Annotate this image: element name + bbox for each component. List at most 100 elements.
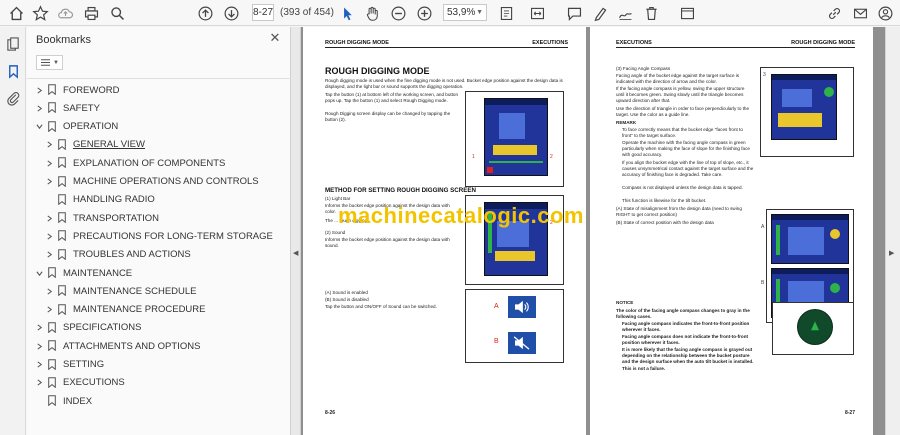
print-icon[interactable] [81, 3, 101, 23]
bookmark-options-button[interactable]: ▼ [36, 55, 63, 70]
close-icon[interactable]: ✕ [268, 31, 282, 45]
running-header-right: EXECUTIONS [532, 40, 568, 46]
chevron-right-icon[interactable] [44, 286, 54, 296]
fit-width-icon[interactable] [527, 3, 547, 23]
collapse-panel-icon[interactable]: ◀ [293, 249, 298, 257]
chevron-right-icon[interactable] [34, 360, 44, 370]
bookmark-item[interactable]: SPECIFICATIONS [34, 319, 141, 337]
screen-view [782, 89, 812, 107]
vertical-scrollbar[interactable]: ▶ [885, 27, 900, 435]
chevron-right-icon[interactable] [44, 140, 54, 150]
link-icon[interactable] [824, 3, 844, 23]
notice-label: NOTICE [616, 300, 634, 305]
remark-bullet: If you align the bucket edge with the li… [622, 160, 754, 178]
select-cursor-icon[interactable] [337, 3, 357, 23]
bookmark-item[interactable]: SAFETY [34, 99, 100, 117]
account-icon[interactable] [875, 3, 895, 23]
fit-page-icon[interactable] [496, 3, 516, 23]
bookmark-item[interactable]: OPERATION [34, 118, 118, 136]
expand-panel-icon[interactable]: ▶ [889, 249, 894, 257]
attachment-icon[interactable] [4, 89, 22, 107]
bookmark-item[interactable]: MACHINE OPERATIONS AND CONTROLS [44, 173, 259, 191]
chevron-right-icon[interactable] [34, 85, 44, 95]
chevron-right-icon[interactable] [44, 177, 54, 187]
step-paragraph: Rough Digging screen display can be chan… [325, 111, 451, 123]
chevron-right-icon[interactable] [44, 231, 54, 241]
bookmark-label: EXECUTIONS [63, 377, 125, 389]
bookmark-item[interactable]: HANDLING RADIO [44, 191, 155, 209]
navigation-rail [0, 27, 26, 435]
bookmark-item[interactable]: MAINTENANCE PROCEDURE [44, 301, 206, 319]
callout-label: 3 [763, 72, 766, 78]
bookmark-item[interactable]: EXECUTIONS [34, 374, 125, 392]
zoom-out-icon[interactable] [388, 3, 408, 23]
list-options-icon [41, 59, 51, 66]
bookmark-item[interactable]: MAINTENANCE [34, 264, 132, 282]
bookmark-item[interactable]: TROUBLES AND ACTIONS [44, 246, 191, 264]
bookmark-label: PRECAUTIONS FOR LONG-TERM STORAGE [73, 230, 273, 242]
chevron-right-icon[interactable] [34, 323, 44, 333]
read-mode-icon[interactable] [677, 3, 697, 23]
chevron-right-icon[interactable] [44, 250, 54, 260]
chevron-right-icon[interactable] [44, 305, 54, 315]
bookmark-icon [48, 340, 58, 352]
previous-page-icon[interactable] [195, 3, 215, 23]
chevron-down-icon[interactable] [34, 122, 44, 132]
chevron-right-icon[interactable] [34, 103, 44, 113]
cloud-upload-icon[interactable] [55, 3, 75, 23]
bookmark-item[interactable]: ATTACHMENTS AND OPTIONS [34, 337, 200, 355]
bucket-view [778, 113, 822, 127]
sign-icon[interactable] [615, 3, 635, 23]
monitor-screen [771, 74, 837, 140]
bookmark-item[interactable]: GENERAL VIEW [44, 136, 145, 154]
bookmark-icon [48, 358, 58, 371]
bookmark-label: TROUBLES AND ACTIONS [73, 249, 191, 261]
next-page-icon[interactable] [221, 3, 241, 23]
zoom-in-icon[interactable] [414, 3, 434, 23]
page-number-input[interactable]: 8-27 [252, 4, 274, 21]
highlight-pen-icon[interactable] [590, 3, 610, 23]
item-text: (A) Sound is enabled [325, 290, 368, 295]
remark-bullet: To face correctly means that the bucket … [622, 127, 743, 139]
page-thumbnails-icon[interactable] [4, 35, 22, 53]
page-footer: 8-26 [325, 410, 336, 416]
item-text: If the facing angle compass is yellow, s… [616, 86, 745, 104]
bookmark-label: MAINTENANCE [63, 267, 133, 279]
bookmark-item[interactable]: FOREWORD [34, 81, 119, 99]
zoom-search-icon[interactable] [107, 3, 127, 23]
email-icon[interactable] [850, 3, 870, 23]
bookmark-icon [58, 193, 68, 206]
screen-view [499, 113, 525, 139]
bookmark-icon [48, 322, 58, 334]
pdf-page-right: EXECUTIONS ROUGH DIGGING MODE (3) Facing… [590, 27, 873, 435]
item-text: Informs the bucket edge position against… [325, 237, 450, 249]
running-header-left: ROUGH DIGGING MODE [325, 40, 389, 46]
bookmark-item[interactable]: SETTING [34, 356, 104, 374]
bookmark-item[interactable]: EXPLANATION OF COMPONENTS [44, 154, 225, 172]
bookmark-icon[interactable] [4, 62, 22, 80]
bookmark-item[interactable]: PRECAUTIONS FOR LONG-TERM STORAGE [44, 227, 273, 245]
zoom-select[interactable]: 53,9% ▼ [443, 4, 487, 21]
remark-bullet: This function is likewise for the tilt b… [622, 198, 707, 203]
light-bar [776, 225, 780, 255]
delete-icon[interactable] [641, 3, 661, 23]
panel-splitter[interactable]: ◀ [291, 27, 301, 435]
chevron-right-icon[interactable] [34, 378, 44, 388]
bookmark-item[interactable]: MAINTENANCE SCHEDULE [44, 282, 197, 300]
bookmark-label: FOREWORD [63, 84, 120, 96]
star-icon[interactable] [30, 3, 50, 23]
chevron-right-icon[interactable] [44, 213, 54, 223]
hand-icon[interactable] [362, 3, 382, 23]
bookmark-label: SAFETY [63, 102, 100, 114]
chevron-right-icon[interactable] [34, 341, 44, 351]
mode-button [487, 167, 493, 173]
comment-icon[interactable] [564, 3, 584, 23]
chevron-down-icon[interactable] [34, 268, 44, 278]
bookmark-icon [48, 102, 58, 114]
home-icon[interactable] [6, 3, 26, 23]
chevron-right-icon[interactable] [44, 158, 54, 168]
notice-text: The color of the facing angle compass ch… [616, 308, 750, 320]
bookmark-item[interactable]: TRANSPORTATION [44, 209, 159, 227]
bookmark-label: TRANSPORTATION [73, 212, 160, 224]
bookmark-item[interactable]: INDEX [34, 392, 92, 410]
